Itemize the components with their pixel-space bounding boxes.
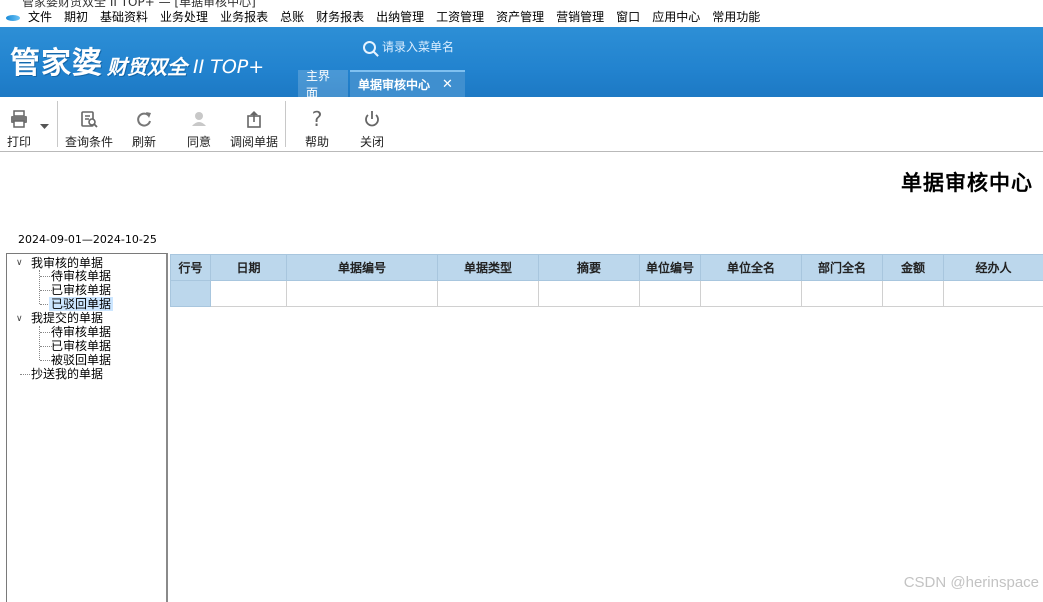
table-cell[interactable]: [882, 280, 944, 307]
grid-header-row: 行号 日期 单据编号 单据类型 摘要 单位编号 单位全名 部门全名 金额 经办人: [170, 254, 1043, 281]
search-icon[interactable]: [363, 40, 376, 54]
print-dropdown[interactable]: [36, 97, 52, 152]
toolbar-divider: [57, 101, 58, 147]
table-cell[interactable]: [639, 280, 701, 307]
menu-search-input[interactable]: [382, 40, 502, 54]
table-cell[interactable]: [170, 280, 211, 307]
tree-item-pending[interactable]: 待审核单据: [51, 325, 111, 339]
logo-sub-text: 财贸双全: [107, 55, 187, 79]
tree-group-cc-to-me[interactable]: 抄送我的单据: [31, 367, 103, 381]
menu-ledger[interactable]: 总账: [280, 8, 304, 27]
help-button[interactable]: ? 帮助: [302, 97, 332, 152]
menu-common[interactable]: 常用功能: [712, 8, 760, 27]
date-range: 2024-09-01—2024-10-25: [18, 233, 157, 246]
tab-home[interactable]: 主界面: [298, 69, 348, 100]
table-cell[interactable]: [286, 280, 438, 307]
app-icon[interactable]: [6, 14, 20, 21]
print-button[interactable]: 打印: [5, 97, 33, 152]
column-header-unit-code[interactable]: 单位编号: [639, 254, 701, 281]
tab-document-review-label: 单据审核中心: [358, 78, 431, 92]
document-grid: 行号 日期 单据编号 单据类型 摘要 单位编号 单位全名 部门全名 金额 经办人: [170, 254, 1043, 307]
close-label: 关闭: [359, 135, 384, 149]
tree-item-pending[interactable]: 待审核单据: [51, 269, 111, 283]
chevron-down-icon: [39, 115, 49, 139]
menu-financial-reports[interactable]: 财务报表: [316, 8, 364, 27]
column-header-doc-type[interactable]: 单据类型: [437, 254, 539, 281]
tab-close-icon[interactable]: ✕: [442, 77, 453, 92]
power-icon: [363, 107, 381, 131]
tree-connector: [20, 374, 30, 375]
review-document-label: 调阅单据: [229, 135, 278, 149]
menu-window[interactable]: 窗口: [616, 8, 640, 27]
close-button[interactable]: 关闭: [357, 97, 387, 152]
user-icon: [190, 107, 208, 131]
menu-assets[interactable]: 资产管理: [496, 8, 544, 27]
page-title: 单据审核中心: [901, 170, 1033, 195]
tree-group-my-submitted[interactable]: 我提交的单据: [31, 311, 103, 325]
chevron-down-icon[interactable]: ∨: [16, 258, 23, 268]
column-header-amount[interactable]: 金额: [882, 254, 944, 281]
printer-icon: [10, 107, 28, 131]
review-document-button[interactable]: 调阅单据: [229, 97, 279, 152]
menu-business-reports[interactable]: 业务报表: [220, 8, 268, 27]
column-header-date[interactable]: 日期: [210, 254, 287, 281]
toolbar-divider: [285, 101, 286, 147]
menu-app-center[interactable]: 应用中心: [652, 8, 700, 27]
watermark: CSDN @herinspace: [903, 574, 1039, 591]
column-header-doc-no[interactable]: 单据编号: [286, 254, 438, 281]
help-icon: ?: [311, 107, 323, 131]
tree-item-rejected[interactable]: 已驳回单据: [49, 297, 114, 311]
menu-file[interactable]: 文件: [28, 8, 52, 27]
table-row[interactable]: [170, 280, 1043, 307]
column-header-row-no[interactable]: 行号: [170, 254, 211, 281]
menu-payroll[interactable]: 工资管理: [436, 8, 484, 27]
approve-button[interactable]: 同意: [184, 97, 214, 152]
column-header-summary[interactable]: 摘要: [538, 254, 640, 281]
document-upload-icon: [245, 107, 263, 131]
menu-search: [363, 40, 502, 54]
table-cell[interactable]: [943, 280, 1043, 307]
tab-document-review[interactable]: 单据审核中心 ✕: [350, 70, 465, 97]
menu-cashier[interactable]: 出纳管理: [376, 8, 424, 27]
help-label: 帮助: [304, 135, 329, 149]
tree-item-approved[interactable]: 已审核单据: [51, 339, 111, 353]
query-icon: [80, 107, 98, 131]
brand-logo: 管家婆 财贸双全 II TOP+: [10, 41, 264, 81]
table-cell[interactable]: [801, 280, 883, 307]
menu-bar: 文件 期初 基础资料 业务处理 业务报表 总账 财务报表 出纳管理 工资管理 资…: [0, 8, 1043, 27]
menu-marketing[interactable]: 营销管理: [556, 8, 604, 27]
tree-group-my-review[interactable]: 我审核的单据: [31, 256, 103, 270]
menu-business[interactable]: 业务处理: [160, 8, 208, 27]
tree-item-returned[interactable]: 被驳回单据: [51, 353, 111, 367]
grid-table: 行号 日期 单据编号 单据类型 摘要 单位编号 单位全名 部门全名 金额 经办人: [170, 254, 1043, 307]
logo-main-text: 管家婆: [10, 46, 103, 81]
column-header-handler[interactable]: 经办人: [943, 254, 1043, 281]
refresh-button[interactable]: 刷新: [129, 97, 159, 152]
column-header-unit-name[interactable]: 单位全名: [700, 254, 802, 281]
menu-opening[interactable]: 期初: [64, 8, 88, 27]
refresh-icon: [135, 107, 153, 131]
query-conditions-label: 查询条件: [64, 135, 113, 149]
print-label: 打印: [6, 135, 31, 149]
window-title: 管家婆财贸双全 II TOP+ — [单据审核中心]: [22, 0, 256, 8]
table-cell[interactable]: [538, 280, 640, 307]
header-banner: 管家婆 财贸双全 II TOP+ 主界面 单据审核中心 ✕: [0, 27, 1043, 100]
chevron-down-icon[interactable]: ∨: [16, 314, 23, 324]
approve-label: 同意: [186, 135, 211, 149]
refresh-label: 刷新: [131, 135, 156, 149]
tab-home-label: 主界面: [306, 68, 331, 100]
table-cell[interactable]: [437, 280, 539, 307]
toolbar: 打印 查询条件 刷新 同意 调阅单据 ? 帮助 关闭: [0, 97, 1043, 152]
tree-item-approved[interactable]: 已审核单据: [51, 283, 111, 297]
column-header-department[interactable]: 部门全名: [801, 254, 883, 281]
menu-base-data[interactable]: 基础资料: [100, 8, 148, 27]
table-cell[interactable]: [210, 280, 287, 307]
document-tree: ∨ 我审核的单据 待审核单据 已审核单据 已驳回单据 ∨ 我提交的单据 待审核单…: [6, 253, 168, 602]
table-cell[interactable]: [700, 280, 802, 307]
query-conditions-button[interactable]: 查询条件: [62, 97, 116, 152]
window-title-bar: 管家婆财贸双全 II TOP+ — [单据审核中心]: [0, 0, 1043, 8]
logo-version-text: II TOP+: [193, 56, 265, 78]
